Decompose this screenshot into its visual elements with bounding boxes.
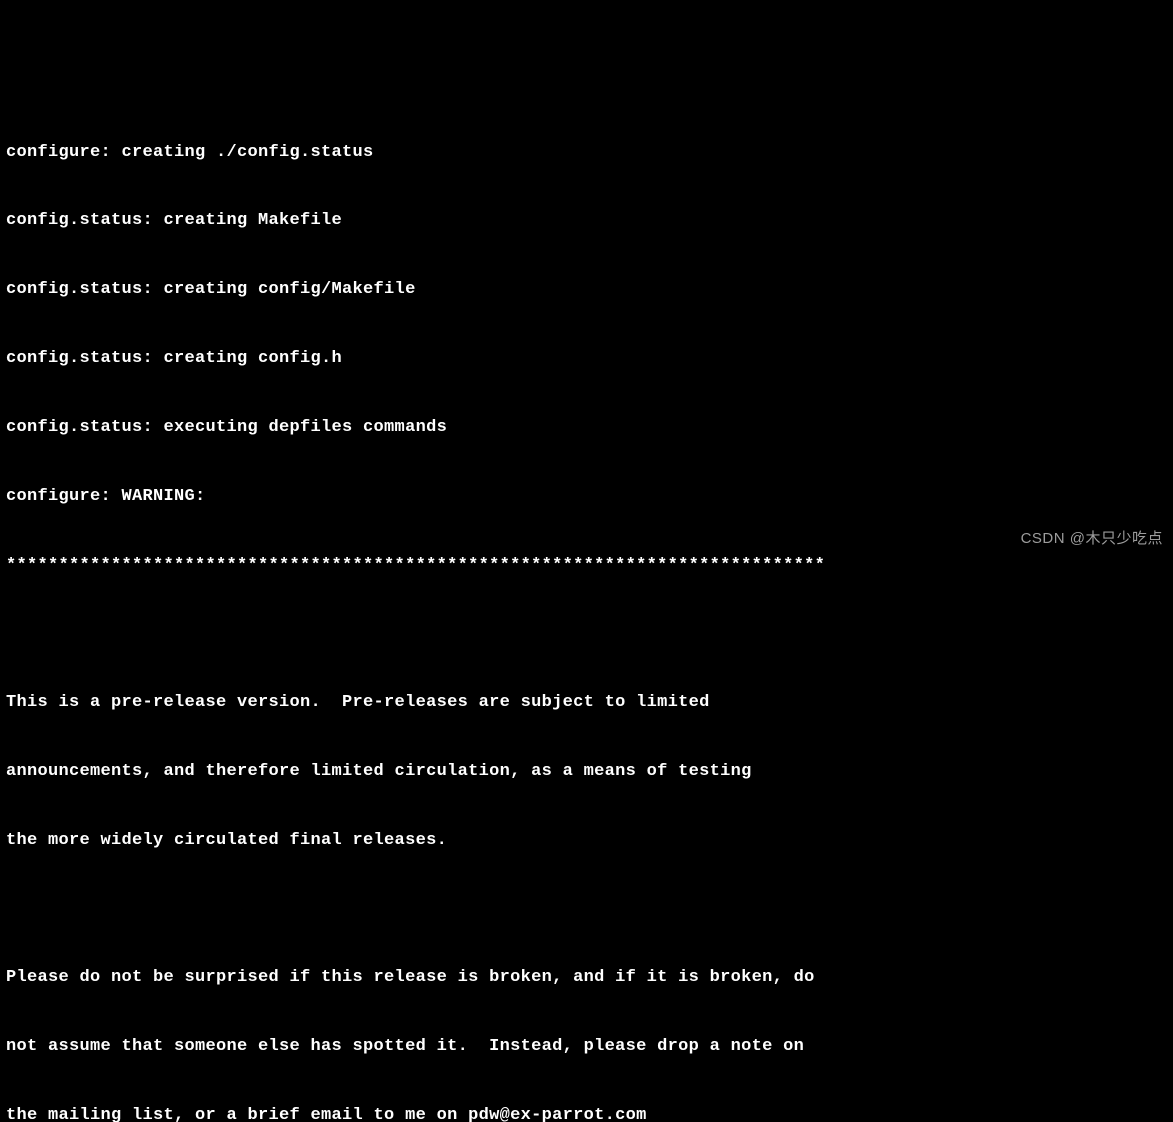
terminal-line: configure: creating ./config.status	[6, 142, 1167, 165]
terminal-line: config.status: creating config.h	[6, 348, 1167, 371]
terminal-line: the more widely circulated final release…	[6, 830, 1167, 853]
watermark-text: CSDN @木只少吃点	[1021, 529, 1163, 549]
terminal-line: not assume that someone else has spotted…	[6, 1036, 1167, 1059]
terminal-line	[6, 623, 1167, 646]
terminal-line: configure: WARNING:	[6, 486, 1167, 509]
terminal-line: config.status: executing depfiles comman…	[6, 417, 1167, 440]
terminal-line: announcements, and therefore limited cir…	[6, 761, 1167, 784]
terminal-line: This is a pre-release version. Pre-relea…	[6, 692, 1167, 715]
terminal-line: config.status: creating config/Makefile	[6, 279, 1167, 302]
terminal-line: config.status: creating Makefile	[6, 210, 1167, 233]
terminal-line: ****************************************…	[6, 555, 1167, 578]
terminal-line: the mailing list, or a brief email to me…	[6, 1105, 1167, 1122]
terminal-output: configure: creating ./config.status conf…	[6, 96, 1167, 1122]
terminal-line	[6, 899, 1167, 922]
terminal-line: Please do not be surprised if this relea…	[6, 967, 1167, 990]
